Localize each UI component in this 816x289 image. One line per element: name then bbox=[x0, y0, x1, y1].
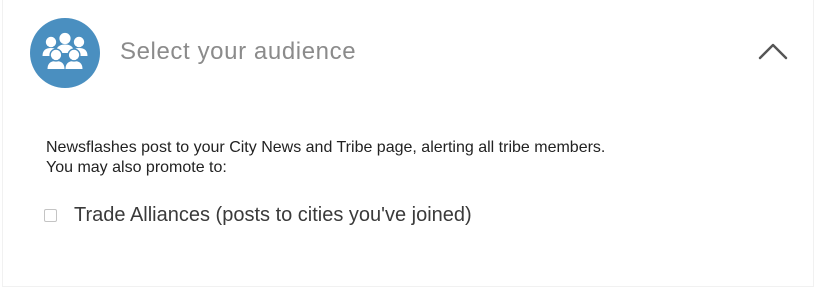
trade-alliances-checkbox[interactable] bbox=[44, 208, 57, 222]
option-label: Trade Alliances (posts to cities you've … bbox=[74, 204, 472, 226]
panel-header[interactable]: Select your audience bbox=[3, 0, 813, 104]
audience-description: Newsflashes post to your City News and T… bbox=[46, 138, 605, 178]
chevron-up-icon bbox=[758, 43, 788, 60]
collapse-button[interactable] bbox=[755, 36, 791, 66]
audience-avatar bbox=[30, 18, 100, 88]
audience-panel: Select your audience Newsflashes post to… bbox=[2, 0, 814, 287]
description-line: You may also promote to: bbox=[46, 159, 227, 176]
option-trade-alliances[interactable]: Trade Alliances (posts to cities you've … bbox=[44, 202, 472, 228]
description-line: Newsflashes post to your City News and T… bbox=[46, 139, 606, 156]
panel-title: Select your audience bbox=[120, 38, 357, 65]
group-people-icon bbox=[42, 32, 88, 69]
